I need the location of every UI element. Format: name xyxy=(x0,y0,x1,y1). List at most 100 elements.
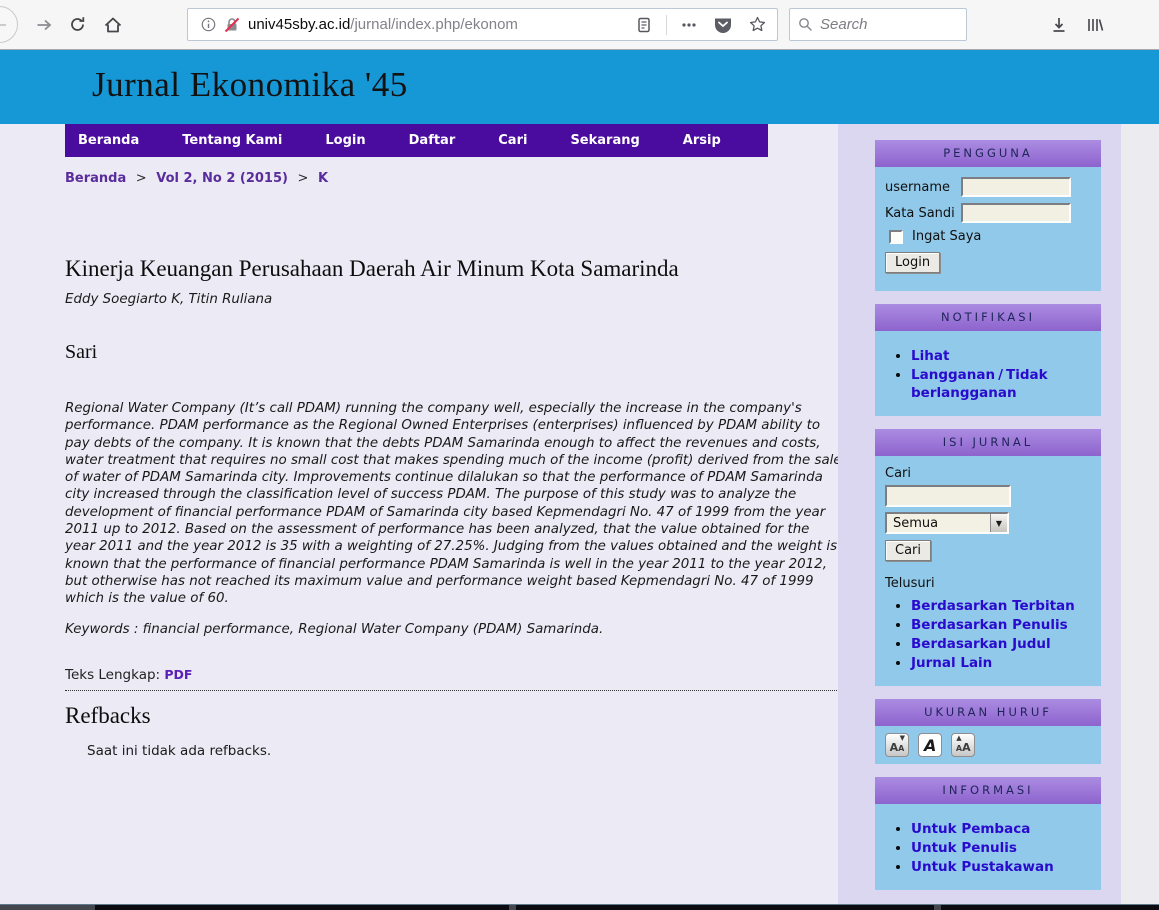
font-size-block: UKURAN HURUF AA▼ A ▲AA xyxy=(875,699,1101,764)
username-input[interactable] xyxy=(961,177,1071,197)
chevron-down-icon: ▼ xyxy=(990,514,1007,532)
password-input[interactable] xyxy=(961,203,1071,223)
user-block: PENGGUNA username Kata Sandi Ingat Saya … xyxy=(875,140,1101,291)
journal-search-button[interactable]: Cari xyxy=(885,540,931,561)
pocket-icon[interactable] xyxy=(711,11,735,39)
insecure-lock-icon[interactable] xyxy=(220,11,244,39)
username-label: username xyxy=(885,180,961,195)
site-banner: Jurnal Ekonomika '45 xyxy=(0,50,1159,124)
list-item: Berdasarkan Terbitan xyxy=(911,597,1091,615)
remember-label: Ingat Saya xyxy=(912,229,981,244)
journal-content-block-title: ISI JURNAL xyxy=(875,429,1101,456)
article-title: Kinerja Keuangan Perusahaan Daerah Air M… xyxy=(65,256,843,282)
bottom-bar-segment xyxy=(95,905,509,910)
article-page: Beranda > Vol 2, No 2 (2015) > K Kinerja… xyxy=(65,157,843,759)
info-for-authors-link[interactable]: Untuk Penulis xyxy=(911,840,1017,856)
breadcrumb: Beranda > Vol 2, No 2 (2015) > K xyxy=(65,171,843,186)
remember-checkbox[interactable] xyxy=(889,230,903,244)
url-host: univ45sby.ac.id xyxy=(248,16,350,33)
library-button[interactable] xyxy=(1078,0,1112,49)
address-bar[interactable]: univ45sby.ac.id/jurnal/index.php/ekonom xyxy=(187,8,778,41)
url-text[interactable]: univ45sby.ac.id/jurnal/index.php/ekonom xyxy=(248,16,518,33)
user-block-title: PENGGUNA xyxy=(875,140,1101,167)
page-actions-icon[interactable] xyxy=(677,11,701,39)
breadcrumb-separator: > xyxy=(298,171,309,186)
bottom-bar-segment xyxy=(941,905,1159,910)
list-item: Berdasarkan Judul xyxy=(911,635,1091,653)
back-button[interactable] xyxy=(0,6,18,43)
font-size-block-title: UKURAN HURUF xyxy=(875,699,1101,726)
nav-item-login[interactable]: Login xyxy=(325,133,365,148)
subscribe-link[interactable]: Langganan xyxy=(911,367,995,383)
breadcrumb-home-link[interactable]: Beranda xyxy=(65,171,126,186)
info-for-readers-link[interactable]: Untuk Pembaca xyxy=(911,821,1030,837)
breadcrumb-issue-link[interactable]: Vol 2, No 2 (2015) xyxy=(156,171,288,186)
reader-mode-icon[interactable] xyxy=(632,11,656,39)
login-button[interactable]: Login xyxy=(885,252,940,273)
bookmark-star-icon[interactable] xyxy=(745,11,769,39)
browse-by-author-link[interactable]: Berdasarkan Penulis xyxy=(911,617,1068,633)
downloads-button[interactable] xyxy=(1042,0,1076,49)
nav-item-beranda[interactable]: Beranda xyxy=(78,133,139,148)
nav-item-arsip[interactable]: Arsip xyxy=(683,133,721,148)
fulltext-row: Teks Lengkap: PDF xyxy=(65,667,843,683)
home-icon xyxy=(103,16,123,34)
information-block-title: INFORMASI xyxy=(875,777,1101,804)
list-item: Berdasarkan Penulis xyxy=(911,616,1091,634)
search-scope-value: Semua xyxy=(893,516,938,531)
nav-item-sekarang[interactable]: Sekarang xyxy=(570,133,639,148)
font-larger-button[interactable]: ▲AA xyxy=(951,733,975,757)
journal-search-label: Cari xyxy=(885,466,1091,481)
site-info-icon[interactable] xyxy=(196,11,220,39)
search-input[interactable] xyxy=(820,16,940,33)
bottom-bar-segment xyxy=(516,905,934,910)
link-separator: / xyxy=(998,367,1003,383)
breadcrumb-separator: > xyxy=(136,171,147,186)
pdf-link[interactable]: PDF xyxy=(164,667,192,682)
home-button[interactable] xyxy=(96,0,130,49)
url-path: /jurnal/index.php/ekonom xyxy=(350,16,518,33)
search-scope-select[interactable]: Semua ▼ xyxy=(885,512,1009,534)
nav-item-cari[interactable]: Cari xyxy=(498,133,527,148)
password-label: Kata Sandi xyxy=(885,206,961,221)
forward-button[interactable] xyxy=(27,0,61,49)
other-journals-link[interactable]: Jurnal Lain xyxy=(911,655,992,671)
search-bar[interactable] xyxy=(789,8,967,41)
site-title: Jurnal Ekonomika '45 xyxy=(0,50,1159,105)
download-icon xyxy=(1050,16,1068,34)
back-arrow-icon xyxy=(0,16,9,34)
forward-arrow-icon xyxy=(35,16,53,34)
refbacks-empty-text: Saat ini tidak ada refbacks. xyxy=(87,743,843,759)
notifications-block: NOTIFIKASI Lihat Langganan/Tidak berlang… xyxy=(875,304,1101,416)
nav-item-tentang-kami[interactable]: Tentang Kami xyxy=(182,133,282,148)
view-notifications-link[interactable]: Lihat xyxy=(911,348,949,364)
page: { "browser": { "toolbar": { "url_host": … xyxy=(0,0,1159,910)
toolbar-divider xyxy=(666,15,667,35)
browse-by-issue-link[interactable]: Berdasarkan Terbitan xyxy=(911,598,1075,614)
nav-item-daftar[interactable]: Daftar xyxy=(409,133,456,148)
list-item: Langganan/Tidak berlangganan xyxy=(911,366,1091,402)
font-smaller-button[interactable]: AA▼ xyxy=(885,733,909,757)
list-item: Lihat xyxy=(911,347,1091,365)
list-item: Untuk Penulis xyxy=(911,839,1091,857)
browse-label: Telusuri xyxy=(885,576,1091,591)
list-item: Jurnal Lain xyxy=(911,654,1091,672)
reload-icon xyxy=(69,16,86,33)
font-default-button[interactable]: A xyxy=(918,733,942,757)
information-block: INFORMASI Untuk Pembaca Untuk Penulis Un… xyxy=(875,777,1101,890)
abstract-heading: Sari xyxy=(65,341,843,364)
journal-search-input[interactable] xyxy=(885,485,1011,507)
fulltext-label: Teks Lengkap: xyxy=(65,667,160,683)
reload-button[interactable] xyxy=(60,0,94,49)
caret-up-icon: ▲ xyxy=(956,735,961,742)
journal-content-block: ISI JURNAL Cari Semua ▼ Cari Telusuri Be… xyxy=(875,429,1101,686)
info-for-librarians-link[interactable]: Untuk Pustakawan xyxy=(911,859,1054,875)
browse-by-title-link[interactable]: Berdasarkan Judul xyxy=(911,636,1051,652)
breadcrumb-current: K xyxy=(318,171,328,186)
list-item: Untuk Pembaca xyxy=(911,820,1091,838)
search-icon xyxy=(798,17,813,32)
caret-down-icon: ▼ xyxy=(900,735,905,742)
abstract-text: Regional Water Company (It’s call PDAM) … xyxy=(65,400,843,608)
library-icon xyxy=(1086,16,1104,34)
refbacks-heading: Refbacks xyxy=(65,703,843,729)
